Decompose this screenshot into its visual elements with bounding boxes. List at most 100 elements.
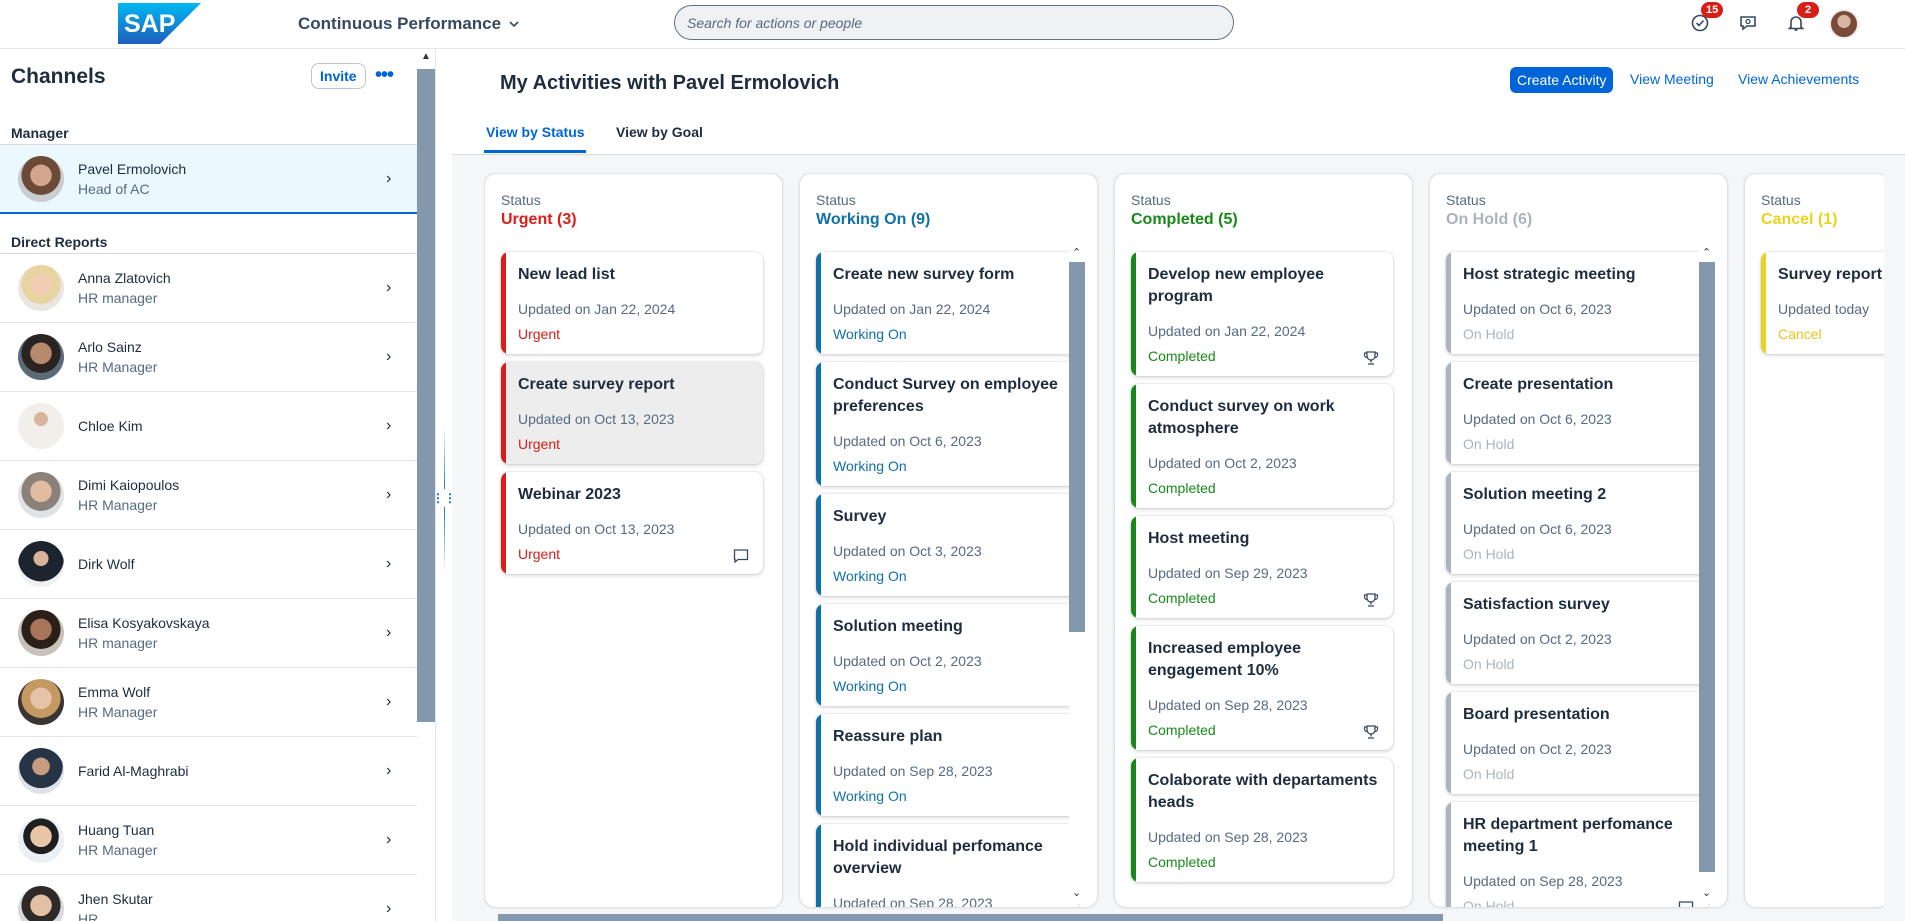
sap-logo[interactable]: SAP xyxy=(118,3,201,44)
card-status: On Hold xyxy=(1463,546,1515,562)
notifications-button[interactable]: 2 xyxy=(1785,2,1819,34)
activity-card[interactable]: Colaborate with departaments heads Update… xyxy=(1131,758,1393,882)
scrollbar-thumb[interactable] xyxy=(1069,262,1085,632)
column-label: Status xyxy=(1446,192,1486,208)
direct-report-item[interactable]: Jhen Skutar HR › xyxy=(0,875,417,921)
direct-report-item[interactable]: Elisa Kosyakovskaya HR manager › xyxy=(0,599,417,668)
activity-card[interactable]: Hold individual perfomance overview Updat… xyxy=(816,824,1078,907)
person-role: HR xyxy=(78,911,99,921)
invite-button[interactable]: Invite xyxy=(311,63,366,89)
column-scrollbar[interactable]: ⌃ ⌄ xyxy=(1069,246,1085,904)
direct-report-item[interactable]: Anna Zlatovich HR manager › xyxy=(0,254,417,323)
channels-header: Channels Invite ••• xyxy=(0,49,417,103)
direct-report-item[interactable]: Dimi Kaiopoulos HR Manager › xyxy=(0,461,417,530)
view-tabs: View by Status View by Goal xyxy=(452,111,1905,155)
channels-pane: Channels Invite ••• Manager Pavel Ermolo… xyxy=(0,49,417,921)
direct-report-item[interactable]: Huang Tuan HR Manager › xyxy=(0,806,417,875)
splitter-grip-icon[interactable]: ⋮⋮ xyxy=(432,489,456,507)
comment-icon[interactable] xyxy=(733,548,749,564)
activity-card[interactable]: Satisfaction survey Updated on Oct 2, 202… xyxy=(1446,582,1708,684)
card-status: Working On xyxy=(833,678,907,694)
scroll-up-icon[interactable]: ⌃ xyxy=(1072,246,1081,259)
card-title: Create survey report xyxy=(518,376,675,393)
scroll-down-icon[interactable]: ⌄ xyxy=(1702,886,1711,899)
board-horizontal-scrollbar[interactable] xyxy=(484,914,1892,921)
user-avatar[interactable] xyxy=(1829,9,1859,39)
status-indicator-bar xyxy=(1446,472,1451,574)
card-status: Working On xyxy=(833,458,907,474)
scrollbar-thumb[interactable] xyxy=(1699,262,1715,872)
direct-report-item[interactable]: Dirk Wolf › xyxy=(0,530,417,599)
app-title-menu[interactable]: Continuous Performance xyxy=(298,14,520,34)
activity-card[interactable]: New lead list Updated on Jan 22, 2024 Urge… xyxy=(501,252,763,354)
tab-view-by-goal[interactable]: View by Goal xyxy=(616,124,703,140)
status-column: Status Cancel (1) Survey report Updated tod… xyxy=(1744,173,1884,908)
scroll-up-icon[interactable]: ▲ xyxy=(421,51,431,62)
status-column: Status On Hold (6) Host strategic meeting U… xyxy=(1429,173,1728,908)
activity-card[interactable]: Create presentation Updated on Oct 6, 202… xyxy=(1446,362,1708,464)
card-title: Reassure plan xyxy=(833,728,943,745)
activity-card[interactable]: Increased employee engagement 10% Updated… xyxy=(1131,626,1393,750)
feedback-button[interactable] xyxy=(1737,12,1759,34)
activity-card[interactable]: Host strategic meeting Updated on Oct 6, … xyxy=(1446,252,1708,354)
activity-card[interactable]: Conduct survey on work atmosphere Updated… xyxy=(1131,384,1393,508)
activity-card[interactable]: Solution meeting 2 Updated on Oct 6, 2023… xyxy=(1446,472,1708,574)
card-title: New lead list xyxy=(518,266,615,283)
column-status-title: Completed (5) xyxy=(1131,211,1238,228)
page-header: My Activities with Pavel Ermolovich Crea… xyxy=(452,49,1905,111)
activity-card[interactable]: Conduct Survey on employee preferences Up… xyxy=(816,362,1078,486)
notifications-badge: 2 xyxy=(1797,2,1819,18)
activity-card[interactable]: Survey Updated on Oct 3, 2023 Working On xyxy=(816,494,1078,596)
direct-report-item[interactable]: Arlo Sainz HR Manager › xyxy=(0,323,417,392)
scrollbar-thumb[interactable] xyxy=(498,914,1443,921)
person-name: Dimi Kaiopoulos xyxy=(78,477,180,493)
create-activity-button[interactable]: Create Activity xyxy=(1510,67,1614,93)
card-updated-date: Updated on Oct 2, 2023 xyxy=(1463,741,1612,757)
activity-card[interactable]: Board presentation Updated on Oct 2, 2023… xyxy=(1446,692,1708,794)
scroll-up-icon[interactable]: ⌃ xyxy=(1702,246,1711,259)
avatar xyxy=(18,265,64,311)
comment-icon[interactable] xyxy=(1678,900,1694,907)
tasks-button[interactable]: 15 xyxy=(1689,2,1724,34)
card-updated-date: Updated on Sep 28, 2023 xyxy=(1148,829,1308,845)
direct-report-item[interactable]: Emma Wolf HR Manager › xyxy=(0,668,417,737)
more-options-button[interactable]: ••• xyxy=(372,62,396,88)
page-title: My Activities with Pavel Ermolovich xyxy=(500,72,840,94)
trophy-icon xyxy=(1363,592,1379,608)
activity-card[interactable]: Survey report Updated today Cancel xyxy=(1761,252,1884,354)
kanban-board: Status Urgent (3) New lead list Updated on … xyxy=(484,173,1884,912)
direct-report-item[interactable]: Chloe Kim › xyxy=(0,392,417,461)
scrollbar-thumb[interactable] xyxy=(417,69,435,722)
card-title: Develop new employee program xyxy=(1148,266,1325,305)
column-label: Status xyxy=(1761,192,1801,208)
activity-card[interactable]: Reassure plan Updated on Sep 28, 2023 Work… xyxy=(816,714,1078,816)
view-meeting-link[interactable]: View Meeting xyxy=(1630,71,1714,87)
tab-view-by-status[interactable]: View by Status xyxy=(486,124,585,140)
activity-card[interactable]: Webinar 2023 Updated on Oct 13, 2023 Urgen… xyxy=(501,472,763,574)
activity-card[interactable]: Host meeting Updated on Sep 29, 2023 Compl… xyxy=(1131,516,1393,618)
person-name: Chloe Kim xyxy=(78,418,143,434)
active-tab-indicator xyxy=(484,150,586,153)
column-scrollbar[interactable]: ⌃ ⌄ xyxy=(1699,246,1715,904)
activity-card[interactable]: HR department perfomance meeting 1 Update… xyxy=(1446,802,1708,907)
activity-card[interactable]: Solution meeting Updated on Oct 2, 2023 Wo… xyxy=(816,604,1078,706)
card-title: Conduct survey on work atmosphere xyxy=(1148,398,1335,437)
card-updated-date: Updated on Oct 13, 2023 xyxy=(518,521,675,537)
activity-card[interactable]: Create survey report Updated on Oct 13, 2… xyxy=(501,362,763,464)
column-status-title: Working On (9) xyxy=(816,211,931,228)
app-title: Continuous Performance xyxy=(298,14,502,33)
channels-scrollbar[interactable]: ▲ xyxy=(417,49,435,921)
view-achievements-link[interactable]: View Achievements xyxy=(1738,71,1859,87)
scroll-down-icon[interactable]: ⌄ xyxy=(1072,886,1081,899)
pane-splitter[interactable]: ⋮⋮ xyxy=(432,49,456,921)
activity-card[interactable]: Develop new employee program Updated on J… xyxy=(1131,252,1393,376)
status-indicator-bar xyxy=(1131,626,1136,750)
activity-card[interactable]: Create new survey form Updated on Jan 22,… xyxy=(816,252,1078,354)
card-updated-date: Updated on Oct 3, 2023 xyxy=(833,543,982,559)
chevron-right-icon: › xyxy=(386,169,392,187)
card-status: Completed xyxy=(1148,480,1216,496)
direct-report-item[interactable]: Farid Al-Maghrabi › xyxy=(0,737,417,806)
search-input[interactable]: Search for actions or people xyxy=(674,5,1234,40)
direct-reports-group-title: Direct Reports xyxy=(0,214,417,254)
manager-item[interactable]: Pavel Ermolovich Head of AC › xyxy=(0,145,417,214)
